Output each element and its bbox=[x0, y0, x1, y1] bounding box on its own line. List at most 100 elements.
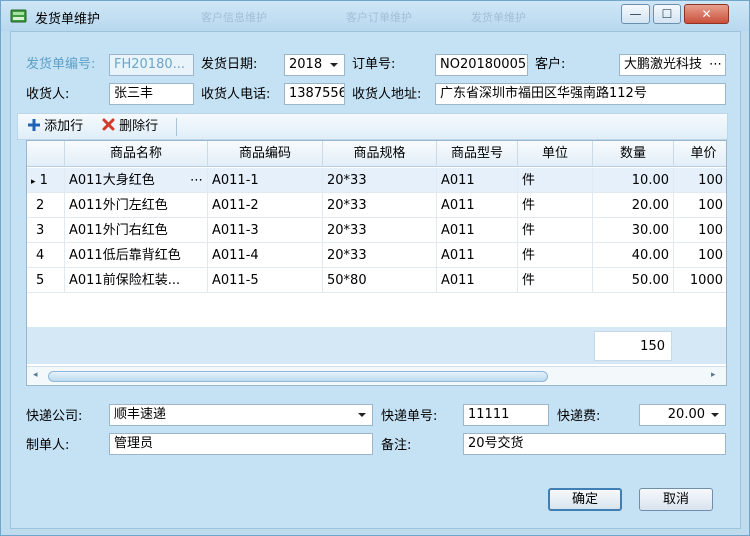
qty-cell[interactable]: 30.00 bbox=[593, 218, 674, 243]
price-cell[interactable]: 1000 bbox=[674, 268, 726, 293]
grid-header-code[interactable]: 商品编码 bbox=[208, 141, 323, 167]
model-cell[interactable]: A011 bbox=[437, 268, 518, 293]
add-row-button[interactable]: 添加行 bbox=[28, 118, 83, 136]
dialog-window: 发货单维护 客户信息维护 客户订单维护 发货单维护 — ☐ ✕ 发货单编号: F… bbox=[0, 0, 750, 536]
ellipsis-icon[interactable]: ⋯ bbox=[188, 168, 203, 192]
remark-label: 备注: bbox=[381, 438, 412, 453]
table-row[interactable]: ▸ 1 A011大身红色 ⋯ A011-1 20*33 A011 件 10.00 … bbox=[27, 168, 726, 193]
order-no-field[interactable]: FH20180... bbox=[109, 54, 194, 76]
spec-cell[interactable]: 20*33 bbox=[323, 218, 437, 243]
chevron-down-icon bbox=[330, 63, 338, 67]
price-cell[interactable]: 100 bbox=[674, 168, 726, 193]
table-row[interactable]: 2 A011外门左红色 A011-2 20*33 A011 件 20.00 10… bbox=[27, 193, 726, 218]
customer-field[interactable]: 大鹏激光科技 ⋯ bbox=[619, 54, 726, 76]
address-field[interactable]: 广东省深圳市福田区华强南路112号 bbox=[435, 83, 726, 105]
code-cell[interactable]: A011-5 bbox=[208, 268, 323, 293]
purchase-no-field[interactable]: NO20180005 bbox=[435, 54, 528, 76]
ship-date-label: 发货日期: bbox=[201, 57, 258, 72]
grid-header-model[interactable]: 商品型号 bbox=[437, 141, 518, 167]
close-icon: ✕ bbox=[701, 7, 712, 21]
name-cell[interactable]: A011前保险杠装... bbox=[65, 268, 208, 293]
address-label: 收货人地址: bbox=[352, 87, 422, 102]
spec-cell[interactable]: 50*80 bbox=[323, 268, 437, 293]
grid-header-spec[interactable]: 商品规格 bbox=[323, 141, 437, 167]
unit-cell[interactable]: 件 bbox=[518, 218, 593, 243]
code-cell[interactable]: A011-2 bbox=[208, 193, 323, 218]
price-cell[interactable]: 100 bbox=[674, 218, 726, 243]
scrollbar-thumb[interactable] bbox=[48, 371, 548, 382]
ship-date-picker[interactable]: 2018 bbox=[284, 54, 345, 76]
ellipsis-icon[interactable]: ⋯ bbox=[707, 55, 722, 75]
qty-cell[interactable]: 20.00 bbox=[593, 193, 674, 218]
code-cell[interactable]: A011-1 bbox=[208, 168, 323, 193]
delete-row-label: 删除行 bbox=[119, 119, 159, 134]
ok-button[interactable]: 确定 bbox=[548, 488, 622, 511]
grid-header-unit[interactable]: 单位 bbox=[518, 141, 593, 167]
toolbar-separator bbox=[176, 118, 177, 136]
plus-icon bbox=[28, 119, 40, 131]
name-cell[interactable]: A011大身红色 ⋯ bbox=[65, 168, 208, 193]
name-cell[interactable]: A011外门左红色 bbox=[65, 193, 208, 218]
maximize-button[interactable]: ☐ bbox=[653, 4, 681, 24]
model-cell[interactable]: A011 bbox=[437, 218, 518, 243]
delete-x-icon bbox=[102, 118, 115, 131]
table-row[interactable]: 3 A011外门右红色 A011-3 20*33 A011 件 30.00 10… bbox=[27, 218, 726, 243]
name-cell[interactable]: A011外门右红色 bbox=[65, 218, 208, 243]
table-row[interactable]: 4 A011低后靠背红色 A011-4 20*33 A011 件 40.00 1… bbox=[27, 243, 726, 268]
minimize-button[interactable]: — bbox=[621, 4, 650, 24]
scroll-left-icon[interactable]: ◂ bbox=[33, 370, 38, 380]
qty-cell[interactable]: 50.00 bbox=[593, 268, 674, 293]
unit-cell[interactable]: 件 bbox=[518, 268, 593, 293]
model-cell[interactable]: A011 bbox=[437, 243, 518, 268]
courier-select[interactable]: 顺丰速递 bbox=[109, 404, 373, 426]
qty-cell[interactable]: 40.00 bbox=[593, 243, 674, 268]
row-number-cell: 5 bbox=[27, 268, 65, 293]
tracking-label: 快递单号: bbox=[381, 409, 438, 424]
unit-cell[interactable]: 件 bbox=[518, 168, 593, 193]
remark-field[interactable]: 20号交货 bbox=[463, 433, 726, 455]
unit-cell[interactable]: 件 bbox=[518, 193, 593, 218]
row-number-cell: 4 bbox=[27, 243, 65, 268]
courier-label: 快递公司: bbox=[26, 409, 83, 424]
spec-cell[interactable]: 20*33 bbox=[323, 168, 437, 193]
code-cell[interactable]: A011-3 bbox=[208, 218, 323, 243]
price-cell[interactable]: 100 bbox=[674, 193, 726, 218]
chevron-down-icon bbox=[358, 413, 366, 417]
creator-field[interactable]: 管理员 bbox=[109, 433, 373, 455]
grid-header-name[interactable]: 商品名称 bbox=[65, 141, 208, 167]
row-number-cell: 3 bbox=[27, 218, 65, 243]
maximize-icon: ☐ bbox=[661, 7, 673, 21]
title-bar[interactable]: 发货单维护 客户信息维护 客户订单维护 发货单维护 — ☐ ✕ bbox=[1, 1, 749, 31]
delete-row-button[interactable]: 删除行 bbox=[102, 118, 158, 136]
qty-cell[interactable]: 10.00 bbox=[593, 168, 674, 193]
table-row[interactable]: 5 A011前保险杠装... A011-5 50*80 A011 件 50.00… bbox=[27, 268, 726, 293]
spec-cell[interactable]: 20*33 bbox=[323, 193, 437, 218]
row-number-cell: ▸ 1 bbox=[27, 168, 65, 193]
tracking-field[interactable]: 11111 bbox=[463, 404, 549, 426]
scroll-right-icon[interactable]: ▸ bbox=[711, 370, 716, 380]
items-grid[interactable]: 商品名称 商品编码 商品规格 商品型号 单位 数量 单价 ▸ 1 A011大身红… bbox=[26, 140, 727, 386]
name-cell[interactable]: A011低后靠背红色 bbox=[65, 243, 208, 268]
grid-header-rownum bbox=[27, 141, 65, 167]
price-cell[interactable]: 100 bbox=[674, 243, 726, 268]
cancel-button[interactable]: 取消 bbox=[639, 488, 713, 511]
code-cell[interactable]: A011-4 bbox=[208, 243, 323, 268]
unit-cell[interactable]: 件 bbox=[518, 243, 593, 268]
ghost-title-3: 发货单维护 bbox=[471, 11, 526, 24]
minimize-icon: — bbox=[629, 7, 642, 21]
spec-cell[interactable]: 20*33 bbox=[323, 243, 437, 268]
ship-date-value: 2018 bbox=[289, 57, 323, 72]
grid-header-qty[interactable]: 数量 bbox=[593, 141, 674, 167]
ghost-title-2: 客户订单维护 bbox=[346, 11, 412, 24]
horizontal-scrollbar[interactable]: ◂ ▸ bbox=[27, 366, 726, 385]
row-number-cell: 2 bbox=[27, 193, 65, 218]
model-cell[interactable]: A011 bbox=[437, 193, 518, 218]
model-cell[interactable]: A011 bbox=[437, 168, 518, 193]
grid-header-price[interactable]: 单价 bbox=[674, 141, 726, 167]
qty-total-cell: 150 bbox=[594, 331, 672, 361]
close-button[interactable]: ✕ bbox=[684, 4, 729, 24]
fee-field[interactable]: 20.00 bbox=[639, 404, 726, 426]
app-icon bbox=[10, 9, 27, 23]
phone-field[interactable]: 138755678 bbox=[284, 83, 345, 105]
consignee-field[interactable]: 张三丰 bbox=[109, 83, 194, 105]
